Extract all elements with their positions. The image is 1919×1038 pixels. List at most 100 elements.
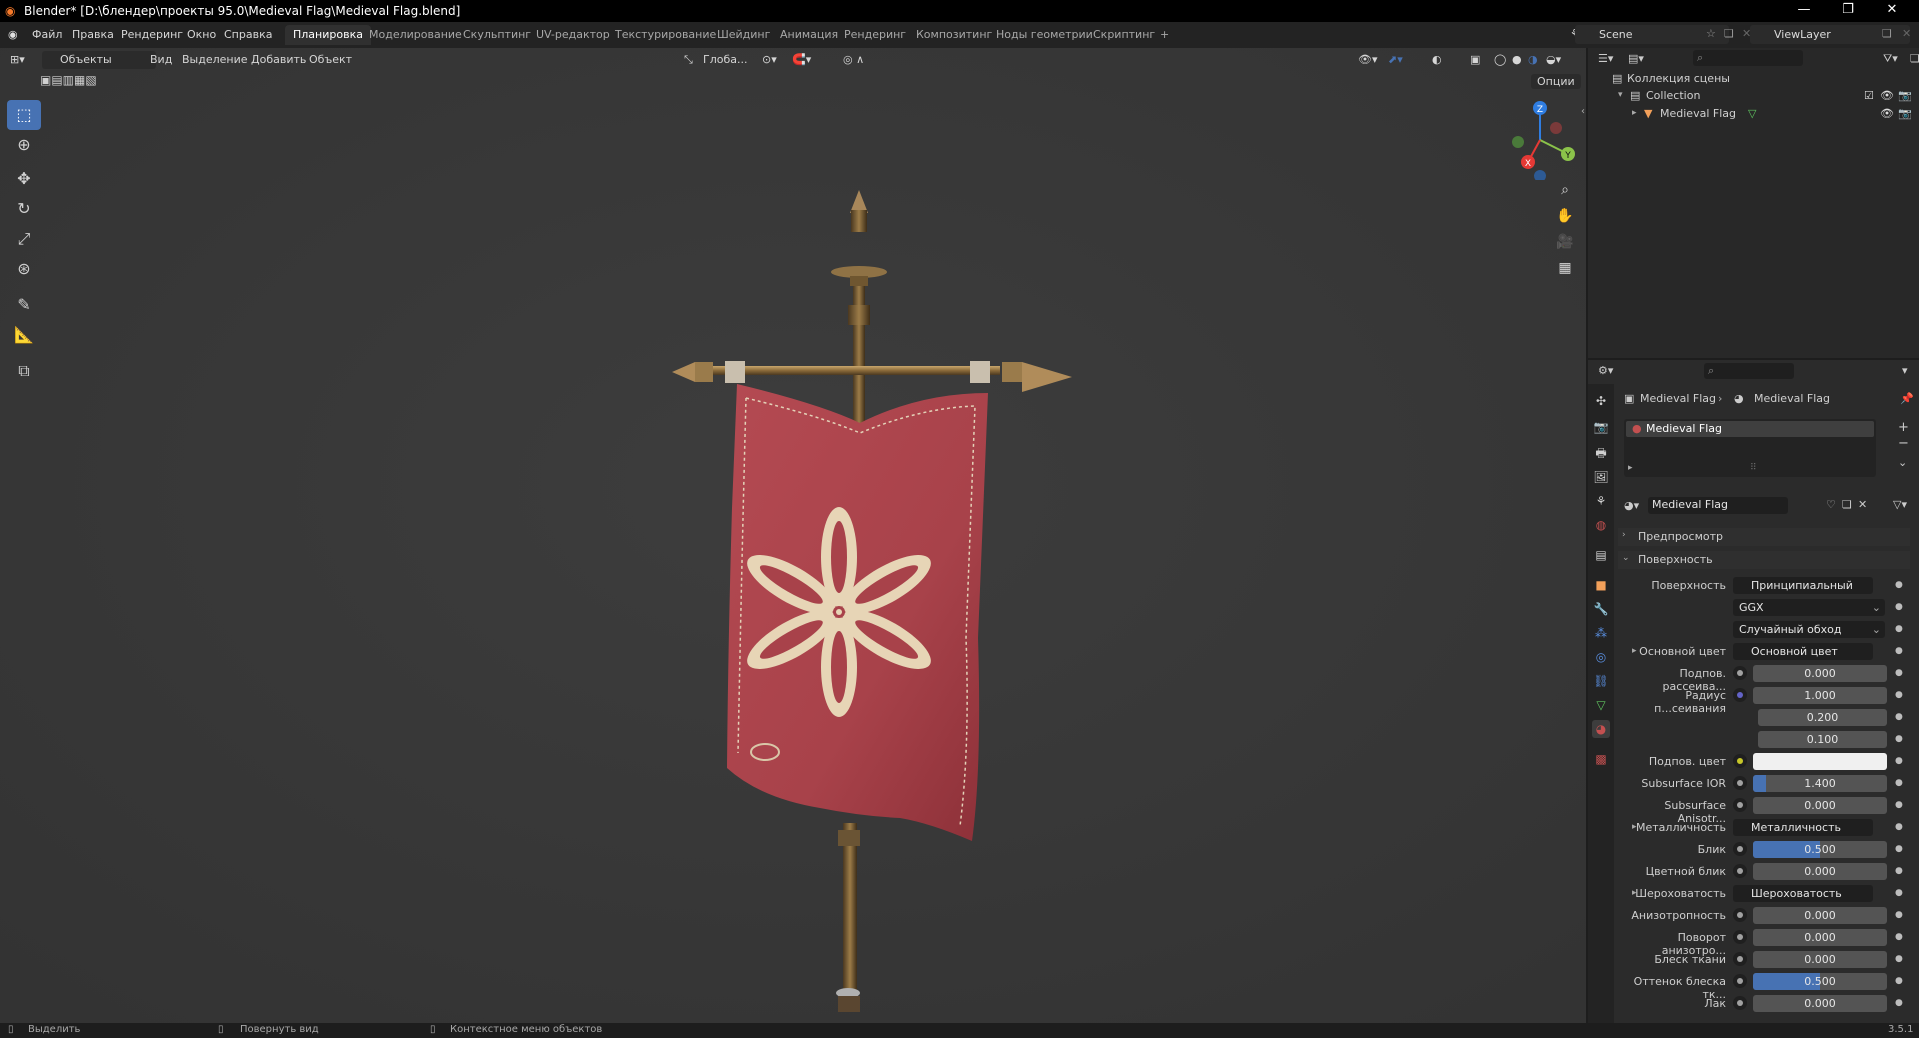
socket-link-icon[interactable] [1733,798,1747,812]
keyframe-dot-icon[interactable]: ● [1895,756,1903,766]
breadcrumb-material[interactable]: Medieval Flag [1754,392,1830,405]
add-slot-icon[interactable]: + [1898,420,1909,435]
keyframe-dot-icon[interactable]: ● [1895,690,1903,700]
keyframe-dot-icon[interactable]: ● [1895,800,1903,810]
keyframe-dot-icon[interactable]: ● [1895,910,1903,920]
slot-resize-handle-icon[interactable]: ⠿ [1750,463,1757,473]
pin-icon[interactable]: 📌 [1900,392,1914,405]
transform-orientation[interactable]: Глоба... [703,53,747,66]
slot-expand-icon[interactable]: ▸ [1628,463,1633,473]
properties-search-input[interactable]: ⌕ [1704,363,1794,379]
menu-object[interactable]: Объект [309,53,352,66]
slot-specials-icon[interactable]: ⌄ [1898,456,1907,469]
selection-mode-icons[interactable]: ▣▤▥▦▧ [40,73,97,87]
overlays-icon[interactable]: ◐ [1432,53,1442,66]
menu-file[interactable]: Файл [32,28,62,41]
pan-hand-icon[interactable]: ✋ [1552,204,1578,228]
number-field[interactable]: 0.000 [1753,665,1887,682]
tool-tab-icon[interactable]: ✣ [1592,392,1610,410]
new-collection-icon[interactable]: ❏ [1910,52,1919,65]
camera-view-icon[interactable]: 🎥 [1552,230,1578,254]
constraints-tab-icon[interactable]: ⛓ [1592,672,1610,690]
material-name-field[interactable]: Medieval Flag [1648,497,1788,514]
shading-solid-icon[interactable]: ● [1512,53,1522,66]
material-browse-icon[interactable]: ◕▾ [1624,499,1639,512]
menu-select[interactable]: Выделение [182,53,248,66]
menu-help[interactable]: Справка [224,28,272,41]
filter-icon[interactable]: ⛛▾ [1883,52,1898,66]
collection-camera-icon[interactable]: 📷 [1898,89,1912,102]
menu-add[interactable]: Добавить [251,53,306,66]
socket-link-icon[interactable] [1733,754,1747,768]
keyframe-dot-icon[interactable]: ● [1895,976,1903,986]
number-field[interactable]: 0.200 [1758,709,1887,726]
outliner-search-input[interactable]: ⌕ [1693,50,1803,66]
menu-view[interactable]: Вид [150,53,172,66]
tab-sculpting[interactable]: Скульптинг [455,25,539,45]
blender-menu-icon[interactable]: ◉ [8,28,18,41]
properties-editor-icon[interactable]: ⚙▾ [1598,364,1613,377]
data-tab-icon[interactable]: ▽ [1592,696,1610,714]
number-field[interactable]: 1.400 [1753,775,1887,792]
keyframe-dot-icon[interactable]: ● [1895,932,1903,942]
transform-orientation-icon[interactable]: ⤡ [684,53,693,67]
tab-layout[interactable]: Планировка [285,25,371,45]
properties-options-icon[interactable]: ▾ [1902,364,1908,377]
measure-icon[interactable]: 📐 [7,320,41,350]
scene-tab-icon[interactable]: ⚘ [1592,492,1610,510]
tab-shading[interactable]: Шейдинг [709,25,778,45]
3d-viewport[interactable]: Z Y X ⌕ ✋ 🎥 ▦ ‹ [0,48,1586,1023]
number-field[interactable]: 0.000 [1753,907,1887,924]
material-filter-icon[interactable]: ▽▾ [1893,498,1907,511]
scene-collection-label[interactable]: Коллекция сцены [1627,72,1730,85]
socket-link-icon[interactable] [1733,974,1747,988]
close-button[interactable]: ✕ [1870,2,1914,17]
linked-node-field[interactable]: Принципиальный BSDF [1733,577,1873,594]
socket-link-icon[interactable] [1733,666,1747,680]
dropdown-field[interactable]: GGX ⌄ [1733,599,1885,616]
shading-wireframe-icon[interactable]: ◯ [1494,53,1506,66]
transform-icon[interactable]: ⊛ [7,254,41,284]
object-label[interactable]: Medieval Flag [1660,107,1736,120]
modifiers-tab-icon[interactable]: 🔧 [1592,600,1610,618]
material-slot-row[interactable]: ● Medieval Flag [1626,421,1874,437]
socket-link-icon[interactable] [1733,952,1747,966]
expand-toggle-icon[interactable]: ▸ [1632,108,1637,118]
keyframe-dot-icon[interactable]: ● [1895,822,1903,832]
xray-icon[interactable]: ▣ [1470,53,1480,66]
scene-new-icon[interactable]: ❏ [1724,27,1734,40]
collection-eye-icon[interactable]: 👁 [1880,89,1894,102]
render-tab-icon[interactable]: 📷 [1592,418,1610,436]
breadcrumb-object[interactable]: Medieval Flag [1640,392,1716,405]
keyframe-dot-icon[interactable]: ● [1895,580,1903,590]
menu-edit[interactable]: Правка [72,28,114,41]
object-camera-icon[interactable]: 📷 [1898,107,1912,120]
zoom-icon[interactable]: ⌕ [1552,178,1578,202]
move-icon[interactable]: ✥ [7,164,41,194]
world-tab-icon[interactable]: ◍ [1592,516,1610,534]
snap-icon[interactable]: 🧲▾ [792,53,811,66]
visibility-icon[interactable]: 👁▾ [1358,53,1378,66]
number-field[interactable]: 0.500 [1753,841,1887,858]
viewlayer-delete-icon[interactable]: ✕ [1902,27,1911,40]
collection-label[interactable]: Collection [1646,89,1700,102]
perspective-grid-icon[interactable]: ▦ [1552,256,1578,280]
add-workspace-button[interactable]: + [1152,25,1177,45]
tab-texture-paint[interactable]: Текстурирование [607,25,724,45]
editor-type-icon[interactable]: ⊞▾ [10,53,25,66]
socket-link-icon[interactable] [1733,996,1747,1010]
output-tab-icon[interactable]: 🖶 [1592,444,1610,462]
scene-pin-icon[interactable]: ☆ [1706,27,1716,40]
mesh-data-icon[interactable]: ▽ [1748,107,1756,120]
remove-slot-icon[interactable]: − [1898,436,1909,451]
tab-uv-editing[interactable]: UV-редактор [528,25,618,45]
keyframe-dot-icon[interactable]: ● [1895,734,1903,744]
viewlayer-new-icon[interactable]: ❏ [1882,27,1892,40]
dropdown-field[interactable]: Случайный обход ⌄ [1733,621,1885,638]
keyframe-dot-icon[interactable]: ● [1895,998,1903,1008]
menu-render[interactable]: Рендеринг [121,28,183,41]
number-field[interactable]: 0.500 [1753,973,1887,990]
maximize-button[interactable]: ❐ [1826,2,1870,17]
options-dropdown[interactable]: Опции [1531,74,1581,89]
cursor-icon[interactable]: ⊕ [7,130,41,160]
